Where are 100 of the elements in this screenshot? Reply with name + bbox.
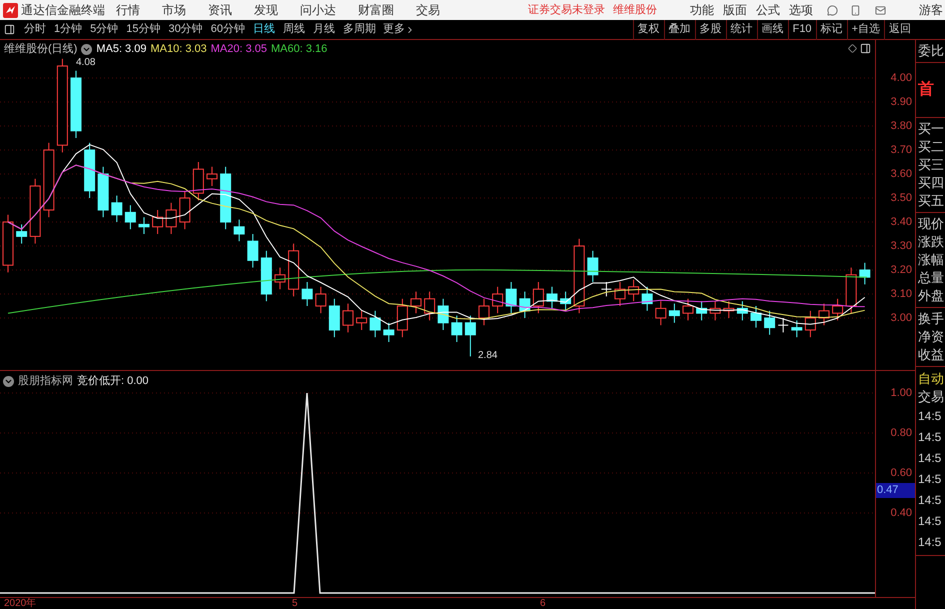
quote-label: 委比 [918, 42, 945, 60]
candlestick [519, 291, 530, 318]
candlestick [818, 303, 830, 326]
candlestick [166, 202, 177, 234]
toolbar-button[interactable]: 统计 [726, 20, 757, 40]
tool-menu-item[interactable]: 公式 [756, 1, 780, 19]
moving-average-legend: MA60: 3.16 [271, 42, 328, 56]
trade-time: 14:5 [918, 492, 942, 509]
indicator-axis-label: 1.00 [890, 387, 912, 399]
candlestick [859, 262, 870, 285]
indicator-source: 股朋指标网 [18, 374, 73, 388]
trade-time: 14:5 [918, 408, 942, 425]
period-tab[interactable]: 5分钟 [86, 21, 122, 38]
stock-name[interactable]: 维维股份 [613, 2, 657, 18]
price-axis-label: 3.90 [890, 96, 912, 108]
candlestick [152, 210, 164, 234]
user-label[interactable]: 游客 [919, 1, 943, 19]
price-axis-label: 4.00 [890, 72, 912, 84]
period-tab[interactable]: 15分钟 [122, 21, 164, 38]
more-periods-button[interactable]: 更多 [380, 21, 418, 38]
candlestick [682, 298, 694, 321]
quote-headline: 首 [918, 80, 935, 100]
candlestick [478, 298, 490, 326]
candlestick [791, 320, 802, 338]
period-tab[interactable]: 30分钟 [164, 21, 207, 38]
toolbar-button[interactable]: 多股 [694, 20, 726, 40]
trade-time: 14:5 [918, 534, 942, 551]
toolbar-button[interactable]: 返回 [884, 20, 915, 40]
trade-time: 14:5 [918, 513, 942, 530]
toolbar-button[interactable]: 复权 [632, 20, 664, 40]
candlestick [84, 142, 96, 198]
date-label: 2020年 [4, 598, 36, 609]
price-axis-label: 3.80 [890, 120, 912, 132]
menu-item[interactable]: 问小达 [300, 1, 336, 19]
toolbar-button[interactable]: 叠加 [664, 20, 695, 40]
menu-item[interactable]: 财富圈 [358, 1, 394, 19]
quote-label: 外盘 [918, 287, 945, 305]
toolbar-button[interactable]: F10 [788, 20, 816, 40]
date-label: 5 [292, 598, 298, 609]
period-tab[interactable]: 多周期 [339, 21, 380, 38]
mail-icon[interactable] [875, 4, 886, 16]
candlestick [111, 195, 122, 222]
quote-label: 买五 [918, 192, 945, 210]
indicator-axis-label: 0.60 [890, 467, 912, 479]
tool-menu-item[interactable]: 选项 [789, 1, 813, 19]
candlestick [396, 298, 408, 338]
candlestick [764, 310, 776, 336]
sidebar-toggle-icon[interactable] [4, 24, 15, 35]
toolbar-button[interactable]: +自选 [846, 20, 884, 40]
expand-icon[interactable] [3, 376, 14, 386]
candlestick [750, 306, 762, 328]
current-value-label: 0.47 [876, 483, 915, 498]
expand-icon[interactable] [81, 44, 92, 54]
login-notice[interactable]: 证券交易未登录 [528, 2, 605, 18]
period-tab[interactable]: 日线 [249, 21, 279, 38]
diamond-icon[interactable] [848, 44, 857, 53]
period-tab[interactable]: 60分钟 [206, 21, 249, 38]
candlestick [30, 178, 41, 244]
candlestick [723, 300, 734, 318]
quote-label: 总量 [918, 269, 945, 287]
candlestick [274, 267, 286, 290]
menu-item[interactable]: 行情 [116, 1, 140, 19]
candlestick [2, 214, 14, 273]
menu-item[interactable]: 资讯 [208, 1, 232, 19]
candlestick [124, 204, 136, 230]
panel-toggle-icon[interactable] [860, 43, 871, 54]
chat-icon[interactable] [827, 4, 838, 16]
candlestick [560, 291, 572, 312]
candlestick [804, 310, 816, 338]
candlestick [70, 70, 82, 138]
price-axis-label: 3.10 [890, 288, 912, 300]
date-label: 6 [540, 598, 546, 609]
toolbar-button[interactable]: 标记 [816, 20, 847, 40]
candlestick [492, 286, 504, 314]
quote-label: 买一 [918, 120, 945, 138]
trade-time: 14:5 [918, 471, 942, 488]
doji-candle [600, 282, 612, 297]
candlestick [587, 250, 598, 282]
quote-label: 买二 [918, 138, 945, 156]
period-tab[interactable]: 月线 [309, 21, 339, 38]
candlestick [16, 224, 28, 244]
candlestick [464, 315, 476, 357]
menu-item[interactable]: 发现 [254, 1, 278, 19]
candlestick [642, 286, 653, 312]
menu-item[interactable]: 交易 [416, 1, 440, 19]
toolbar-button[interactable]: 画线 [756, 20, 788, 40]
menu-item[interactable]: 市场 [162, 1, 186, 19]
indicator-reading: 竞价低开: 0.00 [77, 374, 149, 388]
quote-label: 涨幅 [918, 251, 945, 269]
period-tab[interactable]: 分时 [20, 21, 50, 38]
candlestick [192, 162, 204, 201]
quote-label: 净资 [918, 328, 945, 346]
period-tab[interactable]: 1分钟 [50, 21, 86, 38]
doji-candle [778, 318, 789, 333]
tool-menu-item[interactable]: 功能 [690, 1, 714, 19]
phone-icon[interactable] [850, 4, 861, 16]
tool-menu-item[interactable]: 版面 [723, 1, 747, 19]
trade-time: 14:5 [918, 450, 942, 467]
period-tab[interactable]: 周线 [279, 21, 309, 38]
candlestick [98, 166, 109, 218]
